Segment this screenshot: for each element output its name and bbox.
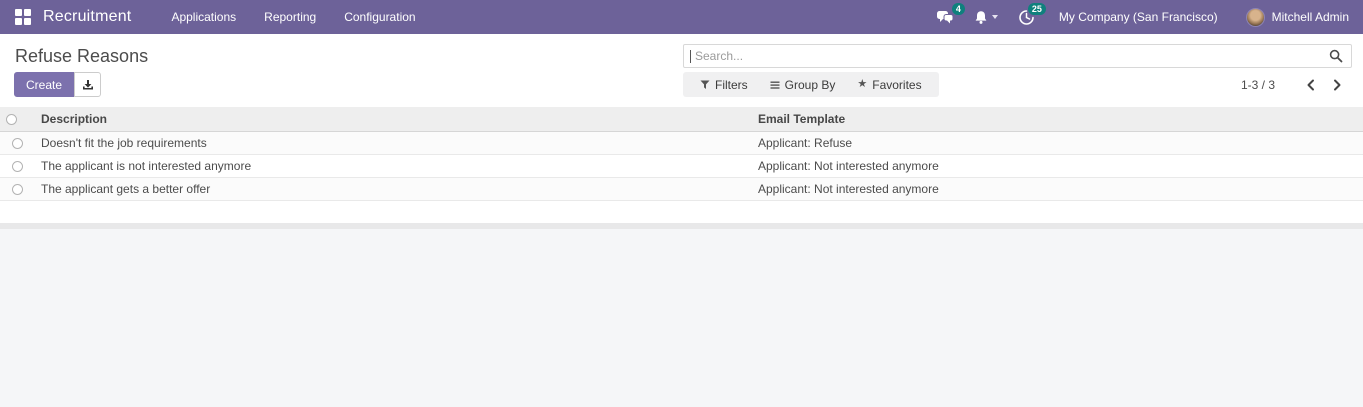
avatar [1245, 7, 1265, 27]
pager: 1-3 / 3 [1241, 72, 1351, 97]
row-checkbox[interactable] [12, 184, 23, 196]
chat-bubbles-icon [936, 9, 954, 25]
search-input[interactable] [691, 49, 1321, 63]
column-header-email-template[interactable]: Email Template [752, 107, 1363, 132]
cell-email-template[interactable]: Applicant: Not interested anymore [752, 154, 1363, 178]
group-by-label: Group By [784, 77, 836, 92]
refuse-reasons-table: Description Email Template Doesn't fit t… [0, 107, 1363, 201]
menu-configuration[interactable]: Configuration [330, 0, 429, 34]
company-switcher[interactable]: My Company (San Francisco) [1045, 10, 1232, 24]
search-icon [1329, 49, 1343, 63]
favorites-label: Favorites [872, 77, 922, 92]
pager-range: 1-3 / 3 [1240, 77, 1275, 92]
pager-previous-button[interactable] [1297, 75, 1324, 95]
apps-menu-icon[interactable] [15, 9, 31, 25]
user-menu[interactable]: Mitchell Admin [1245, 7, 1353, 27]
page-title: Refuse Reasons [15, 46, 149, 66]
content-area: Refuse Reasons Create [0, 34, 1363, 223]
bars-icon [770, 81, 780, 89]
pager-next-button[interactable] [1324, 75, 1351, 95]
search-box [683, 44, 1352, 68]
chevron-down-icon [991, 15, 998, 19]
cell-email-template[interactable]: Applicant: Refuse [752, 131, 1363, 155]
cell-email-template[interactable]: Applicant: Not interested anymore [752, 177, 1363, 201]
bell-icon [974, 10, 988, 25]
star-icon: ★ [857, 78, 868, 90]
filters-button[interactable]: Filters [689, 78, 759, 92]
top-navbar: Recruitment Applications Reporting Confi… [0, 0, 1363, 34]
select-all-checkbox[interactable] [6, 114, 17, 126]
table-row[interactable]: Doesn't fit the job requirements Applica… [0, 131, 1363, 155]
filters-label: Filters [715, 77, 748, 92]
cell-description[interactable]: The applicant gets a better offer [35, 177, 752, 201]
row-checkbox[interactable] [12, 138, 23, 150]
search-button[interactable] [1321, 45, 1351, 67]
menu-reporting[interactable]: Reporting [250, 0, 330, 34]
table-row[interactable]: The applicant is not interested anymore … [0, 154, 1363, 178]
filter-funnel-icon [700, 80, 710, 89]
group-by-button[interactable]: Group By [759, 78, 847, 92]
favorites-button[interactable]: ★ Favorites [846, 78, 932, 92]
row-checkbox[interactable] [12, 161, 23, 173]
user-name: Mitchell Admin [1271, 10, 1349, 24]
app-name[interactable]: Recruitment [43, 8, 131, 26]
table-header-row: Description Email Template [0, 107, 1363, 132]
column-header-description[interactable]: Description [35, 107, 752, 132]
download-icon [82, 79, 94, 91]
activities-badge: 25 [1027, 2, 1046, 15]
table-row[interactable]: The applicant gets a better offer Applic… [0, 177, 1363, 201]
control-panel: Refuse Reasons Create [0, 34, 1363, 107]
cell-description[interactable]: The applicant is not interested anymore [35, 154, 752, 178]
sheet-bottom-spacer [0, 201, 1363, 223]
cell-description[interactable]: Doesn't fit the job requirements [35, 131, 752, 155]
create-button[interactable]: Create [14, 72, 75, 97]
activities-button[interactable]: 25 [1008, 2, 1046, 32]
export-button[interactable] [74, 72, 102, 97]
messages-button[interactable]: 4 [926, 3, 965, 31]
chevron-right-icon [1334, 79, 1341, 90]
chevron-left-icon [1307, 79, 1314, 90]
notifications-button[interactable] [964, 4, 1008, 31]
search-options-bar: Filters Group By ★ Favorites [683, 72, 939, 97]
content-shadow [0, 223, 1363, 229]
menu-applications[interactable]: Applications [157, 0, 250, 34]
